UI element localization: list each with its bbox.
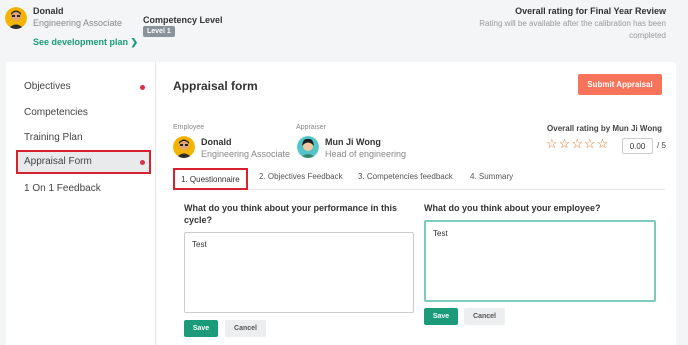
employee-section-label: Employee — [173, 124, 205, 131]
star-icon[interactable]: ☆ — [597, 136, 610, 151]
appraiser-section-label: Appraiser — [296, 124, 326, 131]
employee-avatar — [5, 7, 27, 29]
appraisal-panel: Appraisal form Submit Appraisal Employee… — [156, 62, 676, 345]
notification-dot — [140, 160, 145, 165]
sidebar: Objectives Competencies Training Plan Ap… — [6, 62, 156, 345]
sidebar-item-label: Competencies — [24, 107, 88, 118]
question-1-cancel-button[interactable]: Cancel — [225, 320, 266, 337]
employee-name: Donald — [201, 137, 232, 147]
overall-rating-label: Overall rating by Mun Ji Wong — [547, 124, 662, 133]
star-icon[interactable]: ☆ — [571, 136, 584, 151]
employee-name: Donald — [33, 6, 64, 16]
competency-level-badge: Level 1 — [143, 26, 175, 37]
rating-input[interactable] — [622, 138, 653, 154]
question-2-answer[interactable]: Test — [424, 220, 656, 302]
main-card: Objectives Competencies Training Plan Ap… — [6, 62, 676, 345]
question-1-text: What do you think about your performance… — [184, 203, 398, 225]
tab-summary[interactable]: 4. Summary — [470, 172, 513, 181]
sidebar-item-objectives[interactable]: Objectives — [16, 75, 151, 99]
sidebar-item-label: Objectives — [24, 81, 71, 92]
submit-appraisal-button[interactable]: Submit Appraisal — [578, 74, 662, 95]
employee-role: Engineering Associate — [33, 18, 123, 28]
tab-objectives-feedback[interactable]: 2. Objectives Feedback — [259, 172, 343, 181]
sidebar-item-training-plan[interactable]: Training Plan — [16, 126, 151, 150]
question-2-save-button[interactable]: Save — [424, 308, 458, 325]
tab-questionnaire[interactable]: 1. Questionnaire — [173, 168, 248, 190]
overall-rating-title: Overall rating for Final Year Review — [515, 6, 666, 16]
form-tabs: 1. Questionnaire 2. Objectives Feedback … — [173, 168, 665, 190]
appraiser-name: Mun Ji Wong — [325, 137, 381, 147]
question-2-text: What do you think about your employee? — [424, 203, 601, 213]
appraiser-avatar — [297, 136, 319, 158]
page-title: Appraisal form — [173, 79, 258, 93]
notification-dot — [140, 85, 145, 90]
rating-stars: ☆☆☆☆☆ — [546, 136, 609, 152]
employee-role: Engineering Associate — [201, 149, 291, 159]
star-icon[interactable]: ☆ — [584, 136, 597, 151]
rating-max: / 5 — [657, 141, 666, 150]
star-icon[interactable]: ☆ — [546, 136, 559, 151]
sidebar-item-appraisal-form[interactable]: Appraisal Form — [16, 150, 151, 174]
competency-level-label: Competency Level — [143, 15, 223, 25]
sidebar-item-competencies[interactable]: Competencies — [16, 101, 151, 125]
tab-competencies-feedback[interactable]: 3. Competencies feedback — [358, 172, 453, 181]
question-1-answer[interactable]: Test — [184, 232, 414, 313]
appraiser-role: Head of engineering — [325, 149, 407, 159]
sidebar-item-label: 1 On 1 Feedback — [24, 183, 101, 194]
star-icon[interactable]: ☆ — [559, 136, 572, 151]
question-1-save-button[interactable]: Save — [184, 320, 218, 337]
overall-rating-note: Rating will be available after the calib… — [479, 19, 666, 40]
sidebar-item-label: Appraisal Form — [24, 156, 92, 167]
employee-avatar — [173, 136, 195, 158]
question-2-cancel-button[interactable]: Cancel — [464, 308, 505, 325]
sidebar-item-1on1-feedback[interactable]: 1 On 1 Feedback — [16, 177, 151, 201]
sidebar-item-label: Training Plan — [24, 132, 83, 143]
development-plan-link[interactable]: See development plan ❯ — [33, 37, 138, 48]
top-header: Donald Engineering Associate See develop… — [0, 0, 688, 56]
